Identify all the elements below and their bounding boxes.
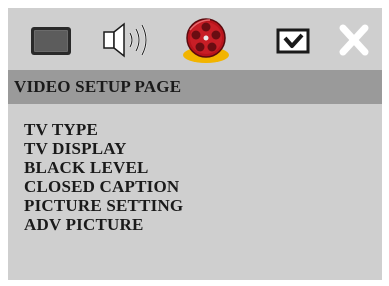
- page-title: VIDEO SETUP PAGE: [14, 77, 182, 96]
- menu-item-picture-setting[interactable]: PICTURE SETTING: [24, 196, 183, 215]
- menu-item-tv-type[interactable]: TV TYPE: [24, 120, 183, 139]
- audio-setup-icon: [103, 22, 147, 58]
- menu-item-adv-picture[interactable]: ADV PICTURE: [24, 215, 183, 234]
- menu-item-black-level[interactable]: BLACK LEVEL: [24, 158, 183, 177]
- audio-setup-tab[interactable]: [94, 8, 166, 70]
- general-setup-tab[interactable]: [20, 8, 82, 70]
- exit-tab[interactable]: [330, 8, 382, 70]
- setup-screen: VIDEO SETUP PAGE TV TYPE TV DISPLAY BLAC…: [8, 8, 382, 280]
- page-header: VIDEO SETUP PAGE: [8, 70, 382, 104]
- exit-icon: [339, 24, 369, 56]
- video-setup-menu: TV TYPE TV DISPLAY BLACK LEVEL CLOSED CA…: [24, 120, 183, 234]
- setup-toolbar: [8, 8, 382, 70]
- menu-item-closed-caption[interactable]: CLOSED CAPTION: [24, 177, 183, 196]
- menu-item-tv-display[interactable]: TV DISPLAY: [24, 139, 183, 158]
- preference-setup-tab[interactable]: [264, 8, 326, 70]
- video-setup-tab[interactable]: [176, 8, 238, 70]
- general-setup-icon: [31, 27, 71, 55]
- preference-setup-icon: [276, 28, 310, 54]
- video-setup-icon: [183, 18, 229, 63]
